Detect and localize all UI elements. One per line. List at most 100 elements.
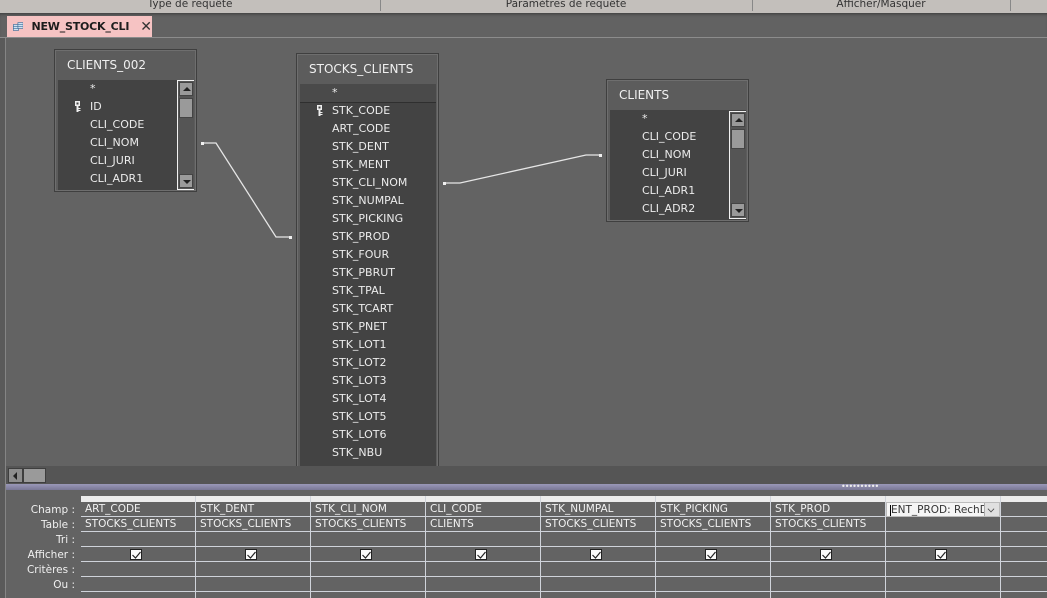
field-item[interactable]: STK_PNET	[300, 318, 436, 336]
scroll-thumb[interactable]	[23, 468, 46, 483]
grid-column[interactable]: STK_CLI_NOM STOCKS_CLIENTS	[311, 496, 426, 598]
show-checkbox[interactable]	[705, 549, 717, 560]
field-item[interactable]: STK_CODE	[300, 102, 436, 120]
grid-cell-field[interactable]	[1001, 502, 1047, 517]
grid-cell-table[interactable]: STOCKS_CLIENTS	[656, 517, 770, 532]
grid-column[interactable]: STK_NUMPAL STOCKS_CLIENTS	[541, 496, 656, 598]
grid-cell-criteria[interactable]	[771, 562, 885, 577]
grid-cell-field[interactable]: STK_PICKING	[656, 502, 770, 517]
show-checkbox[interactable]	[475, 549, 487, 560]
show-checkbox[interactable]	[590, 549, 602, 560]
grid-cell-table[interactable]	[1001, 517, 1047, 532]
field-item[interactable]: STK_LOT2	[300, 354, 436, 372]
grid-cell-show[interactable]	[426, 547, 540, 562]
grid-cell-criteria[interactable]	[886, 562, 1000, 577]
scroll-down-button[interactable]	[731, 203, 745, 217]
field-list-clients[interactable]: CLIENTS * CLI_CODE CLI_NOM CLI_JURI CLI_…	[606, 79, 749, 222]
show-checkbox[interactable]	[130, 549, 142, 560]
field-item[interactable]: *	[610, 110, 730, 128]
grid-cell-show[interactable]	[771, 547, 885, 562]
scroll-thumb[interactable]	[179, 98, 193, 118]
grid-cell-sort[interactable]	[426, 532, 540, 547]
grid-cell-table[interactable]: CLIENTS	[426, 517, 540, 532]
grid-cell-table[interactable]: STOCKS_CLIENTS	[81, 517, 195, 532]
show-checkbox[interactable]	[935, 549, 947, 560]
field-item[interactable]: STK_PICKING	[300, 210, 436, 228]
field-item[interactable]: ID	[58, 98, 178, 116]
field-item[interactable]: STK_LOT5	[300, 408, 436, 426]
field-item[interactable]: STK_NUMPAL	[300, 192, 436, 210]
grid-cell-field[interactable]: STK_NUMPAL	[541, 502, 655, 517]
field-item[interactable]: STK_LOT1	[300, 336, 436, 354]
scroll-up-button[interactable]	[179, 82, 193, 96]
grid-cell-sort[interactable]	[1001, 532, 1047, 547]
grid-column[interactable]: CLI_CODE CLIENTS	[426, 496, 541, 598]
grid-cell-show[interactable]	[311, 547, 425, 562]
show-checkbox[interactable]	[360, 549, 372, 560]
field-item[interactable]: ART_CODE	[300, 120, 436, 138]
show-checkbox[interactable]	[820, 549, 832, 560]
vertical-scrollbar[interactable]	[729, 111, 746, 219]
field-item[interactable]: CLI_CODE	[58, 116, 178, 134]
grid-cell-sort[interactable]	[81, 532, 195, 547]
grid-cell-sort[interactable]	[656, 532, 770, 547]
grid-column[interactable]: STK_PROD STOCKS_CLIENTS	[771, 496, 886, 598]
field-item[interactable]: STK_LOT6	[300, 426, 436, 444]
field-list-title[interactable]: CLIENTS_002	[67, 58, 146, 72]
grid-cell-show[interactable]	[81, 547, 195, 562]
field-item[interactable]: STK_LOT3	[300, 372, 436, 390]
grid-cell-table[interactable]	[886, 517, 1000, 532]
grid-cell-table[interactable]: STOCKS_CLIENTS	[196, 517, 310, 532]
grid-cell-field[interactable]: STK_PROD	[771, 502, 885, 517]
grid-cell-or[interactable]	[311, 577, 425, 592]
grid-cell-criteria[interactable]	[656, 562, 770, 577]
grid-cell-table[interactable]: STOCKS_CLIENTS	[311, 517, 425, 532]
grid-cell-criteria[interactable]	[426, 562, 540, 577]
grid-cell-show[interactable]	[196, 547, 310, 562]
grid-cell-criteria[interactable]	[196, 562, 310, 577]
close-icon[interactable]: ✕	[140, 20, 152, 34]
show-checkbox[interactable]	[245, 549, 257, 560]
field-item[interactable]: CLI_CODE	[610, 128, 730, 146]
grid-cell-sort[interactable]	[196, 532, 310, 547]
grid-cell-criteria[interactable]	[1001, 562, 1047, 577]
grid-cell-show[interactable]	[886, 547, 1000, 562]
grid-cell-or[interactable]	[196, 577, 310, 592]
grid-cell-table[interactable]: STOCKS_CLIENTS	[771, 517, 885, 532]
grid-column[interactable]: STK_PICKING STOCKS_CLIENTS	[656, 496, 771, 598]
field-item[interactable]: *	[58, 80, 178, 98]
grid-cell-show[interactable]	[656, 547, 770, 562]
field-item[interactable]: *	[300, 84, 436, 103]
scroll-down-button[interactable]	[179, 174, 193, 188]
grid-cell-or[interactable]	[771, 577, 885, 592]
field-item[interactable]: STK_FOUR	[300, 246, 436, 264]
grid-cell-criteria[interactable]	[541, 562, 655, 577]
grid-cell-criteria[interactable]	[311, 562, 425, 577]
grid-cell-field[interactable]: ART_CODE	[81, 502, 195, 517]
grid-cell-table[interactable]: STOCKS_CLIENTS	[541, 517, 655, 532]
grid-cell-or[interactable]	[541, 577, 655, 592]
field-dropdown-button[interactable]	[984, 503, 999, 516]
grid-cell-sort[interactable]	[541, 532, 655, 547]
field-item[interactable]: STK_TPAL	[300, 282, 436, 300]
grid-column[interactable]: ART_CODE STOCKS_CLIENTS	[81, 496, 196, 598]
field-item[interactable]: STK_MENT	[300, 156, 436, 174]
grid-cell-or[interactable]	[81, 577, 195, 592]
scroll-up-button[interactable]	[731, 113, 745, 127]
field-item[interactable]: CLI_ADR1	[58, 170, 178, 188]
field-list-title[interactable]: CLIENTS	[619, 88, 669, 102]
field-item[interactable]: STK_PROD	[300, 228, 436, 246]
grid-cell-sort[interactable]	[311, 532, 425, 547]
field-item[interactable]: STK_CLI_NOM	[300, 174, 436, 192]
field-item[interactable]: STK_LOT4	[300, 390, 436, 408]
grid-cell-show[interactable]	[541, 547, 655, 562]
field-item[interactable]: CLI_NOM	[58, 134, 178, 152]
field-item[interactable]: CLI_NOM	[610, 146, 730, 164]
grid-cell-criteria[interactable]	[81, 562, 195, 577]
field-list-clients-002[interactable]: CLIENTS_002 * ID CLI_CODE CLI_NOM CLI_JU…	[54, 49, 197, 192]
field-item[interactable]: STK_NBU	[300, 444, 436, 462]
grid-cell-or[interactable]	[656, 577, 770, 592]
field-item[interactable]: CLI_ADR1	[610, 182, 730, 200]
scroll-left-button[interactable]	[8, 468, 23, 483]
grid-cell-field-editor[interactable]: ENT_PROD: RechD	[886, 502, 1000, 517]
